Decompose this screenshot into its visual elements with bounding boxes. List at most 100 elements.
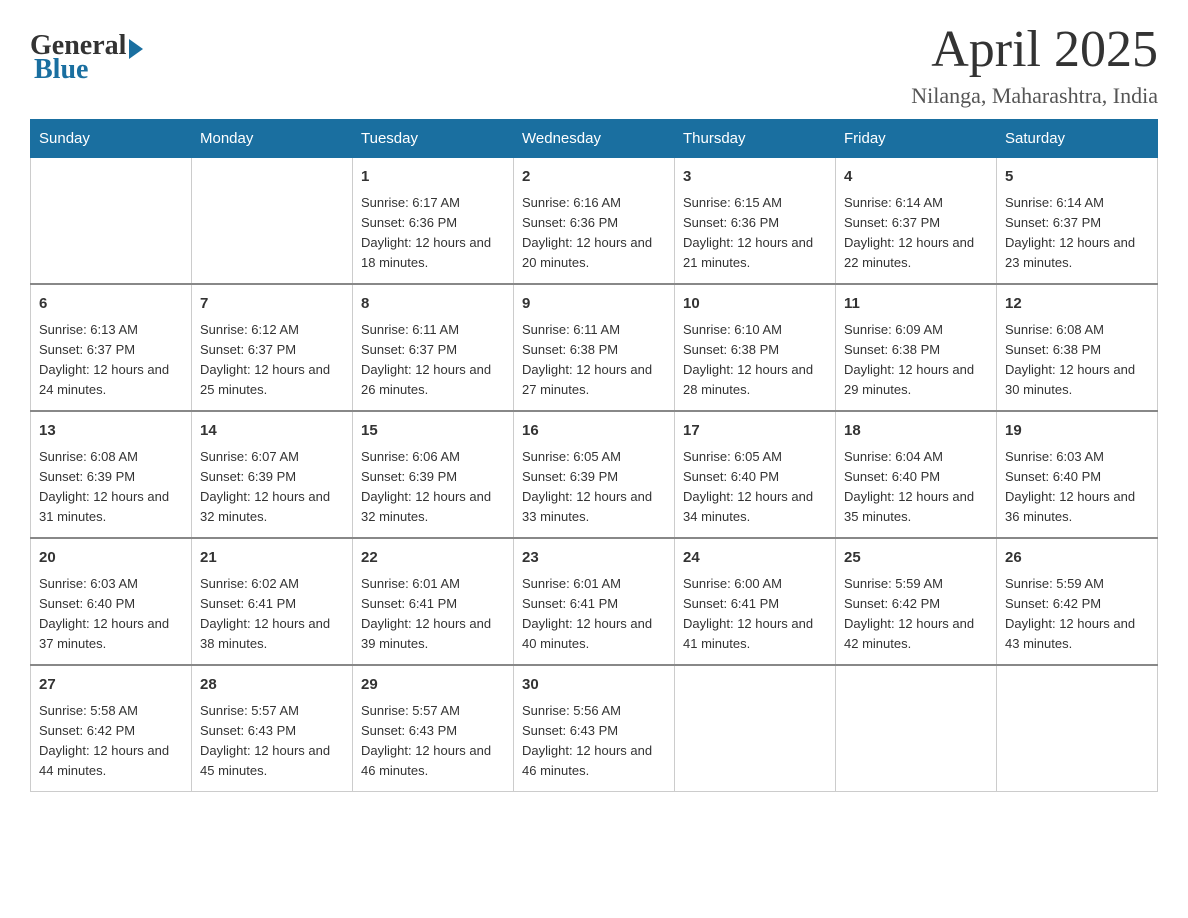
day-info: Sunrise: 6:00 AMSunset: 6:41 PMDaylight:… [683,574,827,655]
day-info: Sunrise: 6:15 AMSunset: 6:36 PMDaylight:… [683,193,827,274]
day-number: 28 [200,674,344,697]
day-number: 15 [361,420,505,443]
day-number: 13 [39,420,183,443]
day-info: Sunrise: 6:07 AMSunset: 6:39 PMDaylight:… [200,447,344,528]
day-number: 5 [1005,166,1149,189]
day-number: 17 [683,420,827,443]
weekday-header-sunday: Sunday [31,120,192,158]
weekday-header-tuesday: Tuesday [353,120,514,158]
day-info: Sunrise: 6:02 AMSunset: 6:41 PMDaylight:… [200,574,344,655]
day-info: Sunrise: 6:13 AMSunset: 6:37 PMDaylight:… [39,320,183,401]
calendar-cell: 8 Sunrise: 6:11 AMSunset: 6:37 PMDaylight… [353,284,514,411]
calendar-cell [675,665,836,792]
day-number: 7 [200,293,344,316]
calendar-week-row: 6 Sunrise: 6:13 AMSunset: 6:37 PMDaylight… [31,284,1158,411]
calendar-week-row: 13 Sunrise: 6:08 AMSunset: 6:39 PMDayligh… [31,411,1158,538]
location-title: Nilanga, Maharashtra, India [911,83,1158,109]
day-info: Sunrise: 6:09 AMSunset: 6:38 PMDaylight:… [844,320,988,401]
calendar-cell: 20 Sunrise: 6:03 AMSunset: 6:40 PMDayligh… [31,538,192,665]
calendar-cell: 2Sunrise: 6:16 AMSunset: 6:36 PMDaylight… [514,158,675,285]
day-number: 21 [200,547,344,570]
weekday-header-thursday: Thursday [675,120,836,158]
day-info: Sunrise: 5:58 AMSunset: 6:42 PMDaylight:… [39,701,183,782]
calendar-cell [31,158,192,285]
day-info: Sunrise: 6:08 AMSunset: 6:38 PMDaylight:… [1005,320,1149,401]
calendar-header-row: SundayMondayTuesdayWednesdayThursdayFrid… [31,120,1158,158]
calendar-cell: 9 Sunrise: 6:11 AMSunset: 6:38 PMDaylight… [514,284,675,411]
calendar-cell: 4 Sunrise: 6:14 AMSunset: 6:37 PMDaylight… [836,158,997,285]
day-info: Sunrise: 5:57 AMSunset: 6:43 PMDaylight:… [361,701,505,782]
day-info: Sunrise: 5:59 AMSunset: 6:42 PMDaylight:… [1005,574,1149,655]
day-info: Sunrise: 6:08 AMSunset: 6:39 PMDaylight:… [39,447,183,528]
calendar-week-row: 20 Sunrise: 6:03 AMSunset: 6:40 PMDayligh… [31,538,1158,665]
calendar-cell: 16Sunrise: 6:05 AMSunset: 6:39 PMDayligh… [514,411,675,538]
day-number: 22 [361,547,505,570]
day-number: 30 [522,674,666,697]
calendar-cell: 12Sunrise: 6:08 AMSunset: 6:38 PMDayligh… [997,284,1158,411]
logo-blue-text: Blue [30,54,88,86]
weekday-header-monday: Monday [192,120,353,158]
calendar-cell: 13 Sunrise: 6:08 AMSunset: 6:39 PMDayligh… [31,411,192,538]
calendar-cell: 21 Sunrise: 6:02 AMSunset: 6:41 PMDayligh… [192,538,353,665]
calendar-cell: 17Sunrise: 6:05 AMSunset: 6:40 PMDayligh… [675,411,836,538]
calendar-cell: 11 Sunrise: 6:09 AMSunset: 6:38 PMDayligh… [836,284,997,411]
day-number: 6 [39,293,183,316]
day-info: Sunrise: 5:57 AMSunset: 6:43 PMDaylight:… [200,701,344,782]
calendar-cell: 14 Sunrise: 6:07 AMSunset: 6:39 PMDayligh… [192,411,353,538]
day-number: 1 [361,166,505,189]
calendar-cell [836,665,997,792]
calendar-cell: 7 Sunrise: 6:12 AMSunset: 6:37 PMDaylight… [192,284,353,411]
calendar-week-row: 1 Sunrise: 6:17 AMSunset: 6:36 PMDaylight… [31,158,1158,285]
day-info: Sunrise: 6:04 AMSunset: 6:40 PMDaylight:… [844,447,988,528]
calendar-cell: 6 Sunrise: 6:13 AMSunset: 6:37 PMDaylight… [31,284,192,411]
calendar-cell: 25 Sunrise: 5:59 AMSunset: 6:42 PMDayligh… [836,538,997,665]
day-number: 11 [844,293,988,316]
day-number: 9 [522,293,666,316]
day-number: 24 [683,547,827,570]
month-title: April 2025 [911,20,1158,79]
day-info: Sunrise: 6:17 AMSunset: 6:36 PMDaylight:… [361,193,505,274]
day-info: Sunrise: 6:03 AMSunset: 6:40 PMDaylight:… [1005,447,1149,528]
calendar-table: SundayMondayTuesdayWednesdayThursdayFrid… [30,119,1158,792]
calendar-cell: 15Sunrise: 6:06 AMSunset: 6:39 PMDayligh… [353,411,514,538]
day-number: 29 [361,674,505,697]
page-header: General Blue April 2025 Nilanga, Maharas… [30,20,1158,109]
day-info: Sunrise: 6:01 AMSunset: 6:41 PMDaylight:… [522,574,666,655]
calendar-cell: 30 Sunrise: 5:56 AMSunset: 6:43 PMDayligh… [514,665,675,792]
title-block: April 2025 Nilanga, Maharashtra, India [911,20,1158,109]
day-number: 4 [844,166,988,189]
day-info: Sunrise: 6:14 AMSunset: 6:37 PMDaylight:… [844,193,988,274]
day-info: Sunrise: 6:05 AMSunset: 6:39 PMDaylight:… [522,447,666,528]
day-number: 10 [683,293,827,316]
day-info: Sunrise: 6:12 AMSunset: 6:37 PMDaylight:… [200,320,344,401]
day-number: 18 [844,420,988,443]
day-number: 20 [39,547,183,570]
day-info: Sunrise: 5:56 AMSunset: 6:43 PMDaylight:… [522,701,666,782]
day-info: Sunrise: 6:11 AMSunset: 6:37 PMDaylight:… [361,320,505,401]
calendar-cell: 27 Sunrise: 5:58 AMSunset: 6:42 PMDayligh… [31,665,192,792]
calendar-cell: 5Sunrise: 6:14 AMSunset: 6:37 PMDaylight… [997,158,1158,285]
calendar-cell [192,158,353,285]
day-number: 25 [844,547,988,570]
day-info: Sunrise: 6:16 AMSunset: 6:36 PMDaylight:… [522,193,666,274]
day-number: 14 [200,420,344,443]
day-number: 27 [39,674,183,697]
day-info: Sunrise: 6:03 AMSunset: 6:40 PMDaylight:… [39,574,183,655]
calendar-week-row: 27 Sunrise: 5:58 AMSunset: 6:42 PMDayligh… [31,665,1158,792]
day-info: Sunrise: 6:11 AMSunset: 6:38 PMDaylight:… [522,320,666,401]
calendar-cell: 23 Sunrise: 6:01 AMSunset: 6:41 PMDayligh… [514,538,675,665]
day-number: 23 [522,547,666,570]
calendar-cell: 28 Sunrise: 5:57 AMSunset: 6:43 PMDayligh… [192,665,353,792]
calendar-cell: 26Sunrise: 5:59 AMSunset: 6:42 PMDayligh… [997,538,1158,665]
day-number: 8 [361,293,505,316]
calendar-cell: 22 Sunrise: 6:01 AMSunset: 6:41 PMDayligh… [353,538,514,665]
logo: General Blue [30,30,143,86]
day-number: 3 [683,166,827,189]
calendar-cell: 3 Sunrise: 6:15 AMSunset: 6:36 PMDaylight… [675,158,836,285]
day-info: Sunrise: 6:01 AMSunset: 6:41 PMDaylight:… [361,574,505,655]
calendar-cell: 1 Sunrise: 6:17 AMSunset: 6:36 PMDaylight… [353,158,514,285]
day-info: Sunrise: 5:59 AMSunset: 6:42 PMDaylight:… [844,574,988,655]
day-info: Sunrise: 6:10 AMSunset: 6:38 PMDaylight:… [683,320,827,401]
day-number: 19 [1005,420,1149,443]
weekday-header-wednesday: Wednesday [514,120,675,158]
